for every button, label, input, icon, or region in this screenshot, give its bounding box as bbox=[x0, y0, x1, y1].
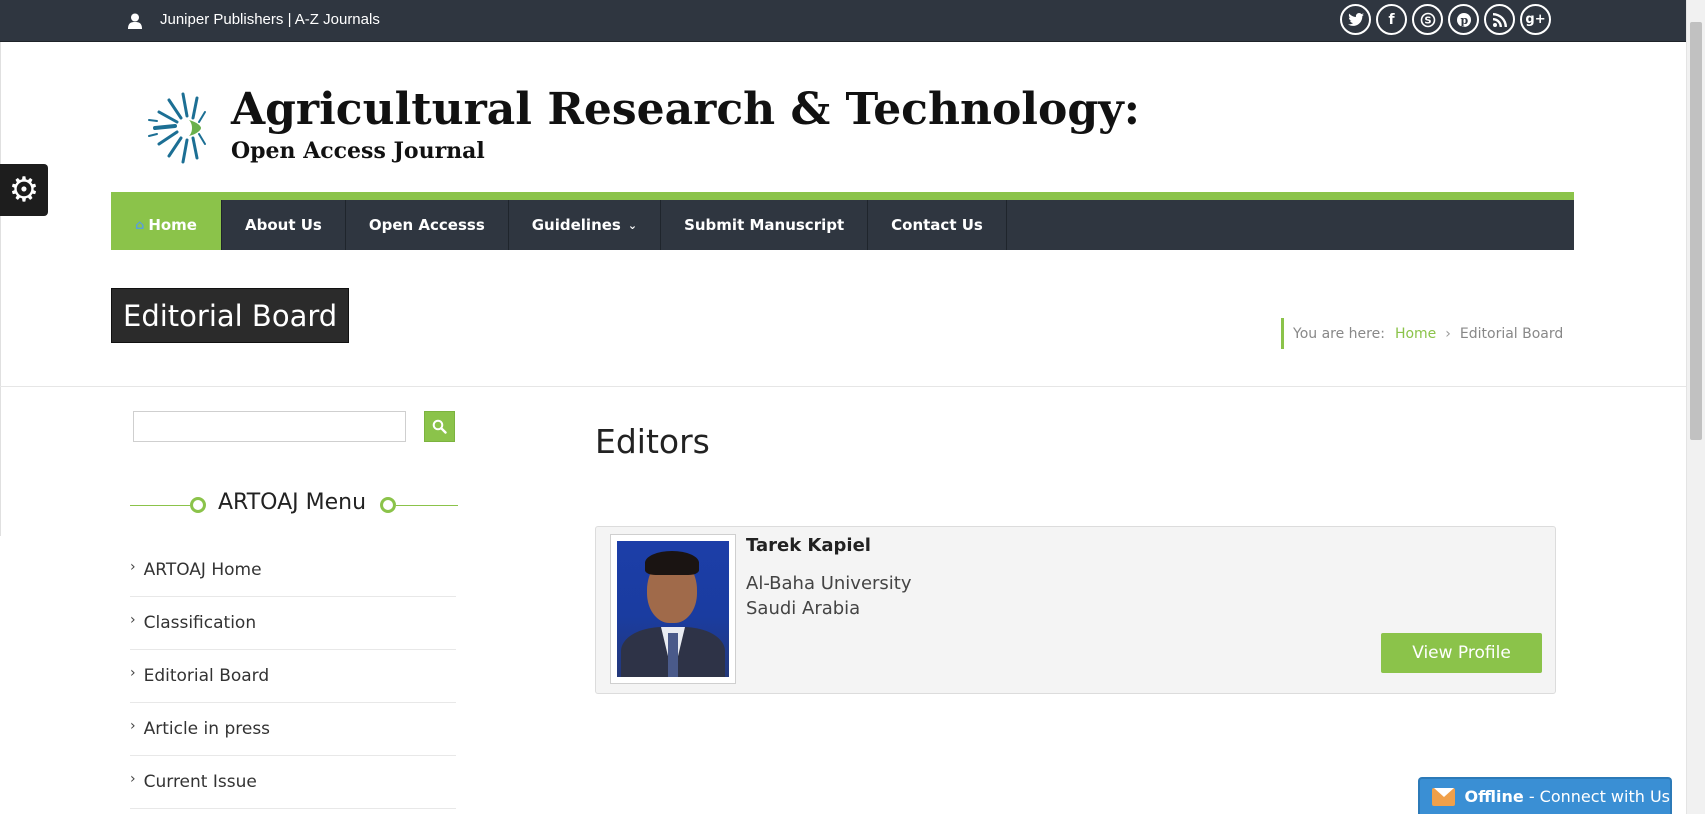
section-title: Editors bbox=[595, 422, 710, 461]
journal-logo bbox=[148, 92, 206, 164]
social-links: f S p g+ bbox=[1340, 4, 1551, 35]
chevron-right-icon: › bbox=[130, 718, 136, 734]
mail-icon bbox=[1432, 787, 1455, 806]
editor-portrait bbox=[617, 541, 729, 677]
sidebar-item-editorial-board[interactable]: › Editorial Board bbox=[130, 650, 456, 703]
chevron-right-icon: › bbox=[130, 559, 136, 575]
breadcrumb-separator: › bbox=[1445, 325, 1451, 342]
chevron-right-icon: › bbox=[130, 665, 136, 681]
google-plus-icon[interactable]: g+ bbox=[1520, 4, 1551, 35]
rss-icon[interactable] bbox=[1484, 4, 1515, 35]
home-icon: ⌂ bbox=[135, 217, 145, 233]
facebook-icon[interactable]: f bbox=[1376, 4, 1407, 35]
user-icon bbox=[128, 13, 142, 29]
nav-submit-manuscript[interactable]: Submit Manuscript bbox=[661, 200, 869, 250]
search-button[interactable] bbox=[424, 411, 455, 442]
heading-line-left bbox=[130, 505, 190, 506]
search-input[interactable] bbox=[133, 411, 406, 442]
pinterest-icon[interactable]: p bbox=[1448, 4, 1479, 35]
twitter-icon[interactable] bbox=[1340, 4, 1371, 35]
gear-icon: ⚙ bbox=[8, 170, 40, 210]
nav-about-us[interactable]: About Us bbox=[222, 200, 346, 250]
editor-name: Tarek Kapiel bbox=[746, 535, 871, 556]
svg-text:p: p bbox=[1460, 14, 1468, 27]
heading-dot-right bbox=[380, 497, 396, 513]
sidebar-menu: › ARTOAJ Home › Classification › Editori… bbox=[130, 544, 456, 809]
section-divider bbox=[0, 386, 1686, 387]
editor-card: Tarek Kapiel Al-Baha University Saudi Ar… bbox=[595, 526, 1556, 694]
breadcrumb-current: Editorial Board bbox=[1459, 325, 1564, 342]
chevron-down-icon: ⌄ bbox=[627, 218, 638, 232]
sidebar-menu-heading: ARTOAJ Menu bbox=[130, 490, 458, 520]
editor-country: Saudi Arabia bbox=[746, 598, 861, 619]
search-icon bbox=[432, 419, 447, 434]
settings-gear-tab[interactable]: ⚙ bbox=[0, 164, 48, 216]
breadcrumb: You are here: Home › Editorial Board bbox=[1281, 318, 1563, 349]
scrollbar-thumb[interactable] bbox=[1690, 22, 1702, 440]
chat-label: - Connect with Us bbox=[1523, 787, 1670, 806]
top-bar: Juniper Publishers | A-Z Journals f S p … bbox=[0, 0, 1686, 42]
sidebar-item-article-in-press[interactable]: › Article in press bbox=[130, 703, 456, 756]
breadcrumb-home-link[interactable]: Home bbox=[1395, 326, 1436, 342]
page-scrollbar[interactable] bbox=[1686, 0, 1705, 814]
chevron-right-icon: › bbox=[130, 612, 136, 628]
journal-subtitle: Open Access Journal bbox=[231, 138, 485, 164]
page-title: Editorial Board bbox=[111, 288, 350, 343]
journal-title: Agricultural Research & Technology: bbox=[231, 84, 1140, 135]
nav-open-access[interactable]: Open Accesss bbox=[346, 200, 509, 250]
sidebar-item-artoaj-home[interactable]: › ARTOAJ Home bbox=[130, 544, 456, 597]
nav-contact-us[interactable]: Contact Us bbox=[868, 200, 1007, 250]
editor-affiliation: Al-Baha University bbox=[746, 573, 912, 594]
editor-photo bbox=[610, 534, 736, 684]
page-left-border bbox=[0, 42, 1, 536]
heading-dot-left bbox=[190, 497, 206, 513]
publisher-link[interactable]: Juniper Publishers | A-Z Journals bbox=[160, 11, 380, 28]
chevron-right-icon: › bbox=[130, 771, 136, 787]
nav-guidelines[interactable]: Guidelines ⌄ bbox=[509, 200, 662, 250]
skype-icon[interactable]: S bbox=[1412, 4, 1443, 35]
breadcrumb-prefix: You are here: bbox=[1293, 325, 1385, 342]
sidebar-menu-title: ARTOAJ Menu bbox=[218, 490, 367, 515]
svg-text:S: S bbox=[1424, 15, 1431, 26]
sidebar-item-classification[interactable]: › Classification bbox=[130, 597, 456, 650]
chat-widget[interactable]: Offline - Connect with Us bbox=[1418, 777, 1672, 814]
sidebar-item-current-issue[interactable]: › Current Issue bbox=[130, 756, 456, 809]
chat-status: Offline bbox=[1464, 787, 1524, 806]
nav-home[interactable]: ⌂ Home bbox=[111, 200, 222, 250]
heading-line-right bbox=[396, 505, 458, 506]
main-navigation: ⌂ Home About Us Open Accesss Guidelines … bbox=[111, 192, 1574, 250]
view-profile-button[interactable]: View Profile bbox=[1381, 633, 1542, 673]
